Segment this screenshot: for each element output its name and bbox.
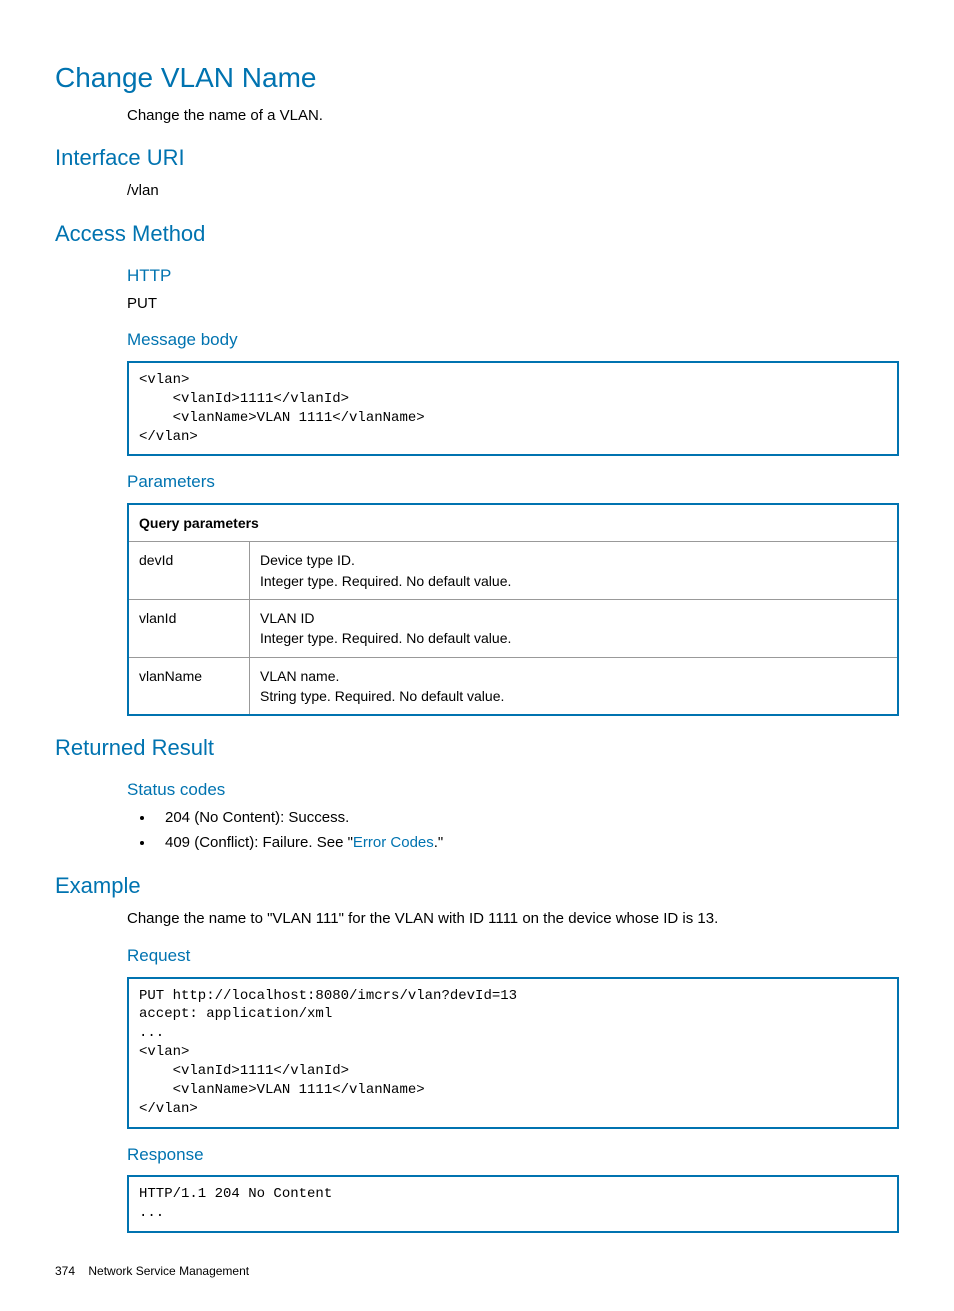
heading-message-body: Message body bbox=[127, 328, 899, 353]
heading-interface-uri: Interface URI bbox=[55, 142, 899, 174]
list-item: 204 (No Content): Success. bbox=[155, 807, 899, 829]
message-body-code: <vlan> <vlanId>1111</vlanId> <vlanName>V… bbox=[127, 361, 899, 457]
heading-returned-result: Returned Result bbox=[55, 732, 899, 764]
http-method-value: PUT bbox=[127, 293, 899, 315]
parameters-table: Query parameters devId Device type ID. I… bbox=[127, 503, 899, 716]
param-desc: Device type ID. Integer type. Required. … bbox=[250, 542, 899, 600]
heading-status-codes: Status codes bbox=[127, 778, 899, 803]
heading-request: Request bbox=[127, 944, 899, 969]
parameters-table-header: Query parameters bbox=[128, 504, 898, 542]
param-name: vlanName bbox=[128, 657, 250, 715]
error-codes-link[interactable]: Error Codes bbox=[353, 834, 434, 851]
page-title: Change VLAN Name bbox=[55, 58, 899, 99]
heading-access-method: Access Method bbox=[55, 218, 899, 250]
table-row: devId Device type ID. Integer type. Requ… bbox=[128, 542, 898, 600]
param-name: vlanId bbox=[128, 600, 250, 658]
response-code: HTTP/1.1 204 No Content ... bbox=[127, 1175, 899, 1233]
table-row: vlanId VLAN ID Integer type. Required. N… bbox=[128, 600, 898, 658]
page-description: Change the name of a VLAN. bbox=[127, 105, 899, 127]
interface-uri-value: /vlan bbox=[127, 180, 899, 202]
footer-section: Network Service Management bbox=[88, 1264, 249, 1278]
heading-parameters: Parameters bbox=[127, 470, 899, 495]
example-description: Change the name to "VLAN 111" for the VL… bbox=[127, 908, 899, 930]
table-row: vlanName VLAN name. String type. Require… bbox=[128, 657, 898, 715]
request-code: PUT http://localhost:8080/imcrs/vlan?dev… bbox=[127, 977, 899, 1129]
page-footer: 374 Network Service Management bbox=[55, 1263, 899, 1280]
list-item: 409 (Conflict): Failure. See "Error Code… bbox=[155, 832, 899, 854]
param-name: devId bbox=[128, 542, 250, 600]
status-codes-list: 204 (No Content): Success. 409 (Conflict… bbox=[55, 807, 899, 855]
page-number: 374 bbox=[55, 1264, 75, 1278]
param-desc: VLAN name. String type. Required. No def… bbox=[250, 657, 899, 715]
param-desc: VLAN ID Integer type. Required. No defau… bbox=[250, 600, 899, 658]
heading-http: HTTP bbox=[127, 264, 899, 289]
heading-response: Response bbox=[127, 1143, 899, 1168]
heading-example: Example bbox=[55, 870, 899, 902]
